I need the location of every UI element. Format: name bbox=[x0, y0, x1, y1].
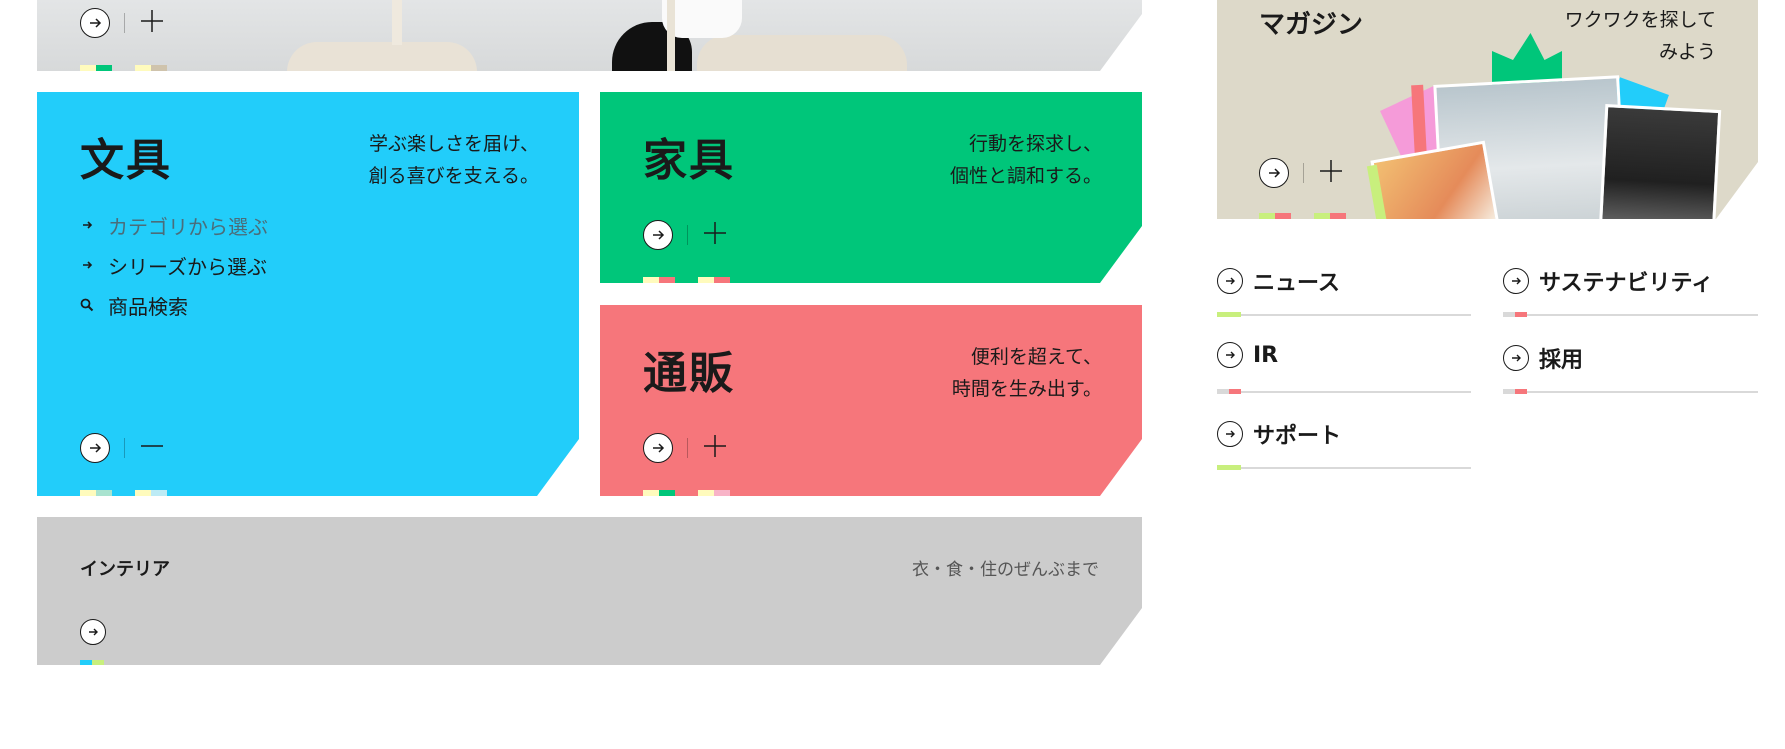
indicator-dots bbox=[80, 65, 112, 71]
furniture-open-button[interactable] bbox=[643, 220, 673, 250]
link-news[interactable]: ニュース bbox=[1217, 265, 1340, 297]
search-icon bbox=[80, 298, 94, 312]
hero-image-card[interactable] bbox=[37, 0, 1142, 71]
link-accent-bar bbox=[1503, 389, 1527, 394]
link-underline bbox=[1217, 314, 1471, 316]
expand-plus-icon[interactable] bbox=[702, 220, 728, 250]
stationery-menu: カテゴリから選ぶ シリーズから選ぶ 商品検索 bbox=[80, 205, 268, 325]
link-label: サステナビリティ bbox=[1539, 271, 1714, 296]
link-label: ニュース bbox=[1253, 271, 1340, 296]
link-accent-bar bbox=[1217, 389, 1241, 394]
arrow-right-icon bbox=[651, 228, 665, 242]
indicator-dots bbox=[643, 277, 675, 283]
divider bbox=[1303, 163, 1304, 183]
indicator-dots bbox=[698, 277, 730, 283]
link-label: サポート bbox=[1253, 424, 1342, 449]
divider bbox=[124, 13, 125, 33]
interior-card[interactable]: インテリア 衣・食・住のぜんぶまで bbox=[37, 517, 1142, 665]
divider bbox=[687, 225, 688, 245]
link-sustainability[interactable]: サステナビリティ bbox=[1503, 265, 1713, 297]
arrow-right-icon bbox=[1267, 166, 1281, 180]
link-underline bbox=[1217, 467, 1471, 469]
arrow-right-icon bbox=[80, 258, 94, 272]
magazine-open-button[interactable] bbox=[1259, 158, 1289, 188]
indicator-dots bbox=[135, 490, 167, 496]
stationery-open-button[interactable] bbox=[80, 433, 110, 463]
indicator-dots bbox=[1314, 213, 1346, 219]
arrow-circle-icon bbox=[1503, 268, 1529, 294]
link-recruit[interactable]: 採用 bbox=[1503, 342, 1583, 374]
interior-open-button[interactable] bbox=[80, 619, 106, 645]
stationery-card[interactable]: 文具 学ぶ楽しさを届け、 創る喜びを支える。 カテゴリから選ぶ シリーズから選ぶ… bbox=[37, 92, 579, 496]
arrow-circle-icon bbox=[1217, 342, 1243, 368]
indicator-dots bbox=[135, 65, 167, 71]
expand-plus-icon[interactable] bbox=[1318, 158, 1344, 188]
mailorder-title: 通販 bbox=[643, 348, 735, 399]
expand-plus-icon[interactable] bbox=[702, 433, 728, 463]
arrow-right-icon bbox=[87, 626, 99, 638]
indicator-dots bbox=[80, 490, 112, 496]
expand-plus-icon[interactable] bbox=[139, 8, 165, 38]
stationery-tagline: 学ぶ楽しさを届け、 創る喜びを支える。 bbox=[368, 133, 539, 187]
arrow-circle-icon bbox=[1503, 345, 1529, 371]
indicator-dots bbox=[643, 490, 675, 496]
link-underline bbox=[1217, 391, 1471, 393]
link-ir[interactable]: IR bbox=[1217, 342, 1278, 368]
mailorder-tagline: 便利を超えて、 時間を生み出す。 bbox=[951, 346, 1102, 400]
link-support[interactable]: サポート bbox=[1217, 418, 1341, 450]
hero-photo-leg-left bbox=[392, 0, 402, 45]
arrow-circle-icon bbox=[1217, 268, 1243, 294]
arrow-right-icon bbox=[80, 218, 94, 232]
stationery-title: 文具 bbox=[80, 135, 172, 186]
furniture-card[interactable]: 家具 行動を探求し、 個性と調和する。 bbox=[600, 92, 1142, 283]
arrow-right-icon bbox=[88, 16, 102, 30]
magazine-collage-image bbox=[1372, 25, 1692, 219]
menu-item-series[interactable]: シリーズから選ぶ bbox=[80, 245, 268, 285]
hero-photo-pole bbox=[667, 0, 675, 71]
interior-tagline: 衣・食・住のぜんぶまで bbox=[912, 560, 1099, 580]
arrow-right-icon bbox=[88, 441, 102, 455]
indicator-dots bbox=[1259, 213, 1291, 219]
furniture-title: 家具 bbox=[643, 135, 735, 186]
hero-photo-stool-left bbox=[287, 42, 477, 74]
divider bbox=[687, 438, 688, 458]
mailorder-open-button[interactable] bbox=[643, 433, 673, 463]
mailorder-card[interactable]: 通販 便利を超えて、 時間を生み出す。 bbox=[600, 305, 1142, 496]
link-label: IR bbox=[1253, 342, 1279, 368]
magazine-title: マガジン bbox=[1259, 10, 1364, 40]
menu-item-label: 商品検索 bbox=[108, 294, 188, 319]
link-underline bbox=[1503, 391, 1758, 393]
menu-item-category[interactable]: カテゴリから選ぶ bbox=[80, 205, 268, 245]
magazine-card[interactable]: マガジン ワクワクを探して みよう bbox=[1217, 0, 1758, 219]
arrow-right-icon bbox=[651, 441, 665, 455]
menu-item-label: シリーズから選ぶ bbox=[108, 254, 267, 279]
divider bbox=[124, 438, 125, 458]
interior-title: インテリア bbox=[80, 559, 170, 580]
link-accent-bar bbox=[1217, 465, 1241, 470]
arrow-circle-icon bbox=[1217, 421, 1243, 447]
menu-item-search[interactable]: 商品検索 bbox=[80, 285, 268, 325]
indicator-dots bbox=[698, 490, 730, 496]
menu-item-label: カテゴリから選ぶ bbox=[108, 214, 268, 239]
indicator-dots bbox=[80, 660, 104, 665]
furniture-tagline: 行動を探求し、 個性と調和する。 bbox=[949, 133, 1102, 187]
link-underline bbox=[1503, 314, 1758, 316]
hero-open-button[interactable] bbox=[80, 8, 110, 38]
link-accent-bar bbox=[1217, 312, 1241, 317]
link-accent-bar bbox=[1503, 312, 1527, 317]
link-label: 採用 bbox=[1539, 348, 1584, 373]
collapse-minus-icon[interactable] bbox=[139, 433, 165, 463]
